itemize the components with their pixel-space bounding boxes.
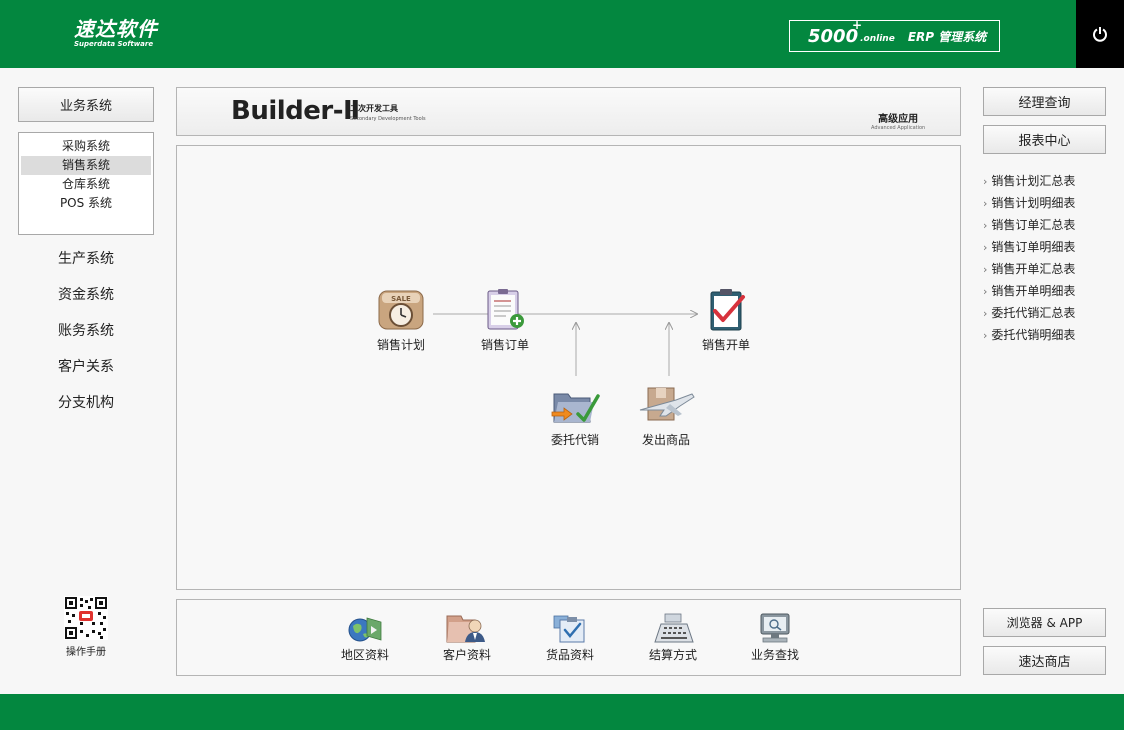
flow-node-sales-invoice[interactable]: 销售开单	[681, 287, 771, 353]
sales-plan-clock-icon: SALE	[378, 290, 424, 330]
shortcut-business-search[interactable]: 业务查找	[735, 612, 815, 663]
sidebar-item-branch[interactable]: 分支机构	[18, 392, 154, 412]
sidebar-item-crm[interactable]: 客户关系	[18, 356, 154, 376]
shortcut-customer-data[interactable]: 客户资料	[427, 612, 507, 663]
chevron-right-icon: ›	[983, 307, 988, 320]
customer-icon	[446, 615, 485, 643]
goods-box-icon	[553, 615, 585, 643]
top-header: 速达软件 Superdata Software 5000 + .online ER…	[0, 0, 1124, 68]
submenu-item-pos[interactable]: POS 系统	[21, 194, 151, 213]
flow-node-ship-goods[interactable]: 发出商品	[621, 382, 711, 448]
sidebar-item-accounting[interactable]: 账务系统	[18, 320, 154, 340]
sidebar-item-funds[interactable]: 资金系统	[18, 284, 154, 304]
manual-link[interactable]: 操作手册	[60, 596, 112, 658]
manual-label: 操作手册	[66, 647, 106, 658]
product-number: 5000 +	[808, 17, 863, 47]
report-list: › 销售计划汇总表 › 销售计划明细表 › 销售订单汇总表 › 销售订单明细表 › 销售开…	[983, 172, 1113, 348]
chevron-right-icon: ›	[983, 175, 988, 188]
chevron-right-icon: ›	[983, 219, 988, 232]
ship-goods-plane-icon	[639, 387, 695, 421]
sales-order-label: 销售订单	[480, 338, 529, 352]
flow-node-sales-plan[interactable]: SALE 销售计划	[356, 287, 446, 353]
report-item[interactable]: › 委托代销明细表	[983, 326, 1113, 348]
sales-invoice-check-icon	[710, 289, 745, 331]
business-search-label: 业务查找	[750, 648, 799, 662]
manager-query-button[interactable]: 经理查询	[983, 87, 1106, 116]
bottom-footer	[0, 694, 1124, 730]
sales-order-clipboard-icon	[487, 289, 524, 330]
sidebar-item-production[interactable]: 生产系统	[18, 248, 154, 268]
consignment-folder-icon	[551, 393, 600, 423]
shortcut-region-data[interactable]: 地区资料	[325, 612, 405, 663]
qr-code-icon	[64, 596, 108, 640]
advanced-application-cn: 高级应用	[878, 114, 919, 125]
monitor-search-icon	[760, 613, 790, 643]
power-icon	[1093, 27, 1107, 42]
report-item[interactable]: › 销售开单明细表	[983, 282, 1113, 304]
flow-node-sales-order[interactable]: 销售订单	[460, 287, 550, 353]
product-plus: +	[852, 17, 863, 32]
shortcut-goods-data[interactable]: 货品资料	[530, 612, 610, 663]
report-item[interactable]: › 销售开单汇总表	[983, 260, 1113, 282]
report-item[interactable]: › 销售订单明细表	[983, 238, 1113, 260]
flow-node-consignment[interactable]: 委托代销	[530, 382, 620, 448]
logo-subtext: Superdata Software	[74, 40, 154, 48]
goods-data-label: 货品资料	[545, 648, 594, 662]
banner-subtitle: 二次开发工具 Secondary Development Tools	[350, 103, 426, 122]
product-title-box: 5000 + .online ERP 管理系统	[789, 17, 1000, 52]
ship-goods-label: 发出商品	[641, 433, 690, 447]
region-data-label: 地区资料	[340, 648, 389, 662]
shortcut-settlement[interactable]: 结算方式	[633, 612, 713, 663]
business-system-button[interactable]: 业务系统	[18, 87, 154, 122]
report-center-button[interactable]: 报表中心	[983, 125, 1106, 154]
chevron-right-icon: ›	[983, 241, 988, 254]
banner-subtitle-en: Secondary Development Tools	[350, 116, 426, 122]
submenu-item-purchase[interactable]: 采购系统	[21, 137, 151, 156]
cash-register-icon	[654, 613, 694, 643]
svg-text:SALE: SALE	[391, 295, 411, 303]
report-item[interactable]: › 销售计划明细表	[983, 194, 1113, 216]
report-item[interactable]: › 销售订单汇总表	[983, 216, 1113, 238]
sales-flow-panel: SALE 销售计划 销售订单 销售开单 委托代销 发出商品	[176, 145, 961, 590]
report-item[interactable]: › 委托代销汇总表	[983, 304, 1113, 326]
logo-text: 速达软件	[74, 17, 158, 41]
settlement-label: 结算方式	[648, 648, 697, 662]
company-logo: 速达软件 Superdata Software	[74, 18, 158, 49]
product-name: ERP 管理系统	[907, 29, 987, 44]
chevron-right-icon: ›	[983, 197, 988, 210]
advanced-application-en: Advanced Application	[871, 125, 926, 131]
banner-title: Builder-Ⅱ	[231, 96, 360, 126]
power-button[interactable]	[1076, 0, 1124, 68]
product-online: .online	[860, 34, 895, 44]
chevron-right-icon: ›	[983, 285, 988, 298]
submenu-item-warehouse[interactable]: 仓库系统	[21, 175, 151, 194]
globe-icon	[348, 617, 382, 642]
sales-invoice-label: 销售开单	[701, 338, 750, 352]
customer-data-label: 客户资料	[442, 648, 491, 662]
advanced-application-link[interactable]: 高级应用 Advanced Application	[871, 110, 925, 131]
banner-subtitle-cn: 二次开发工具	[350, 104, 398, 113]
browser-app-button[interactable]: 浏览器 & APP	[983, 608, 1106, 637]
shortcut-bar: 地区资料 客户资料 货品资料 结算方式 业务查找	[176, 599, 961, 676]
report-item[interactable]: › 销售计划汇总表	[983, 172, 1113, 194]
flow-arrows	[433, 146, 960, 376]
sales-plan-label: 销售计划	[376, 338, 425, 352]
business-submenu: 采购系统 销售系统 仓库系统 POS 系统	[18, 132, 154, 235]
chevron-right-icon: ›	[983, 263, 988, 276]
submenu-item-sales[interactable]: 销售系统	[21, 156, 151, 175]
builder-banner[interactable]: Builder-Ⅱ 二次开发工具 Secondary Development T…	[176, 87, 961, 136]
store-button[interactable]: 速达商店	[983, 646, 1106, 675]
consignment-label: 委托代销	[550, 433, 599, 447]
chevron-right-icon: ›	[983, 329, 988, 342]
